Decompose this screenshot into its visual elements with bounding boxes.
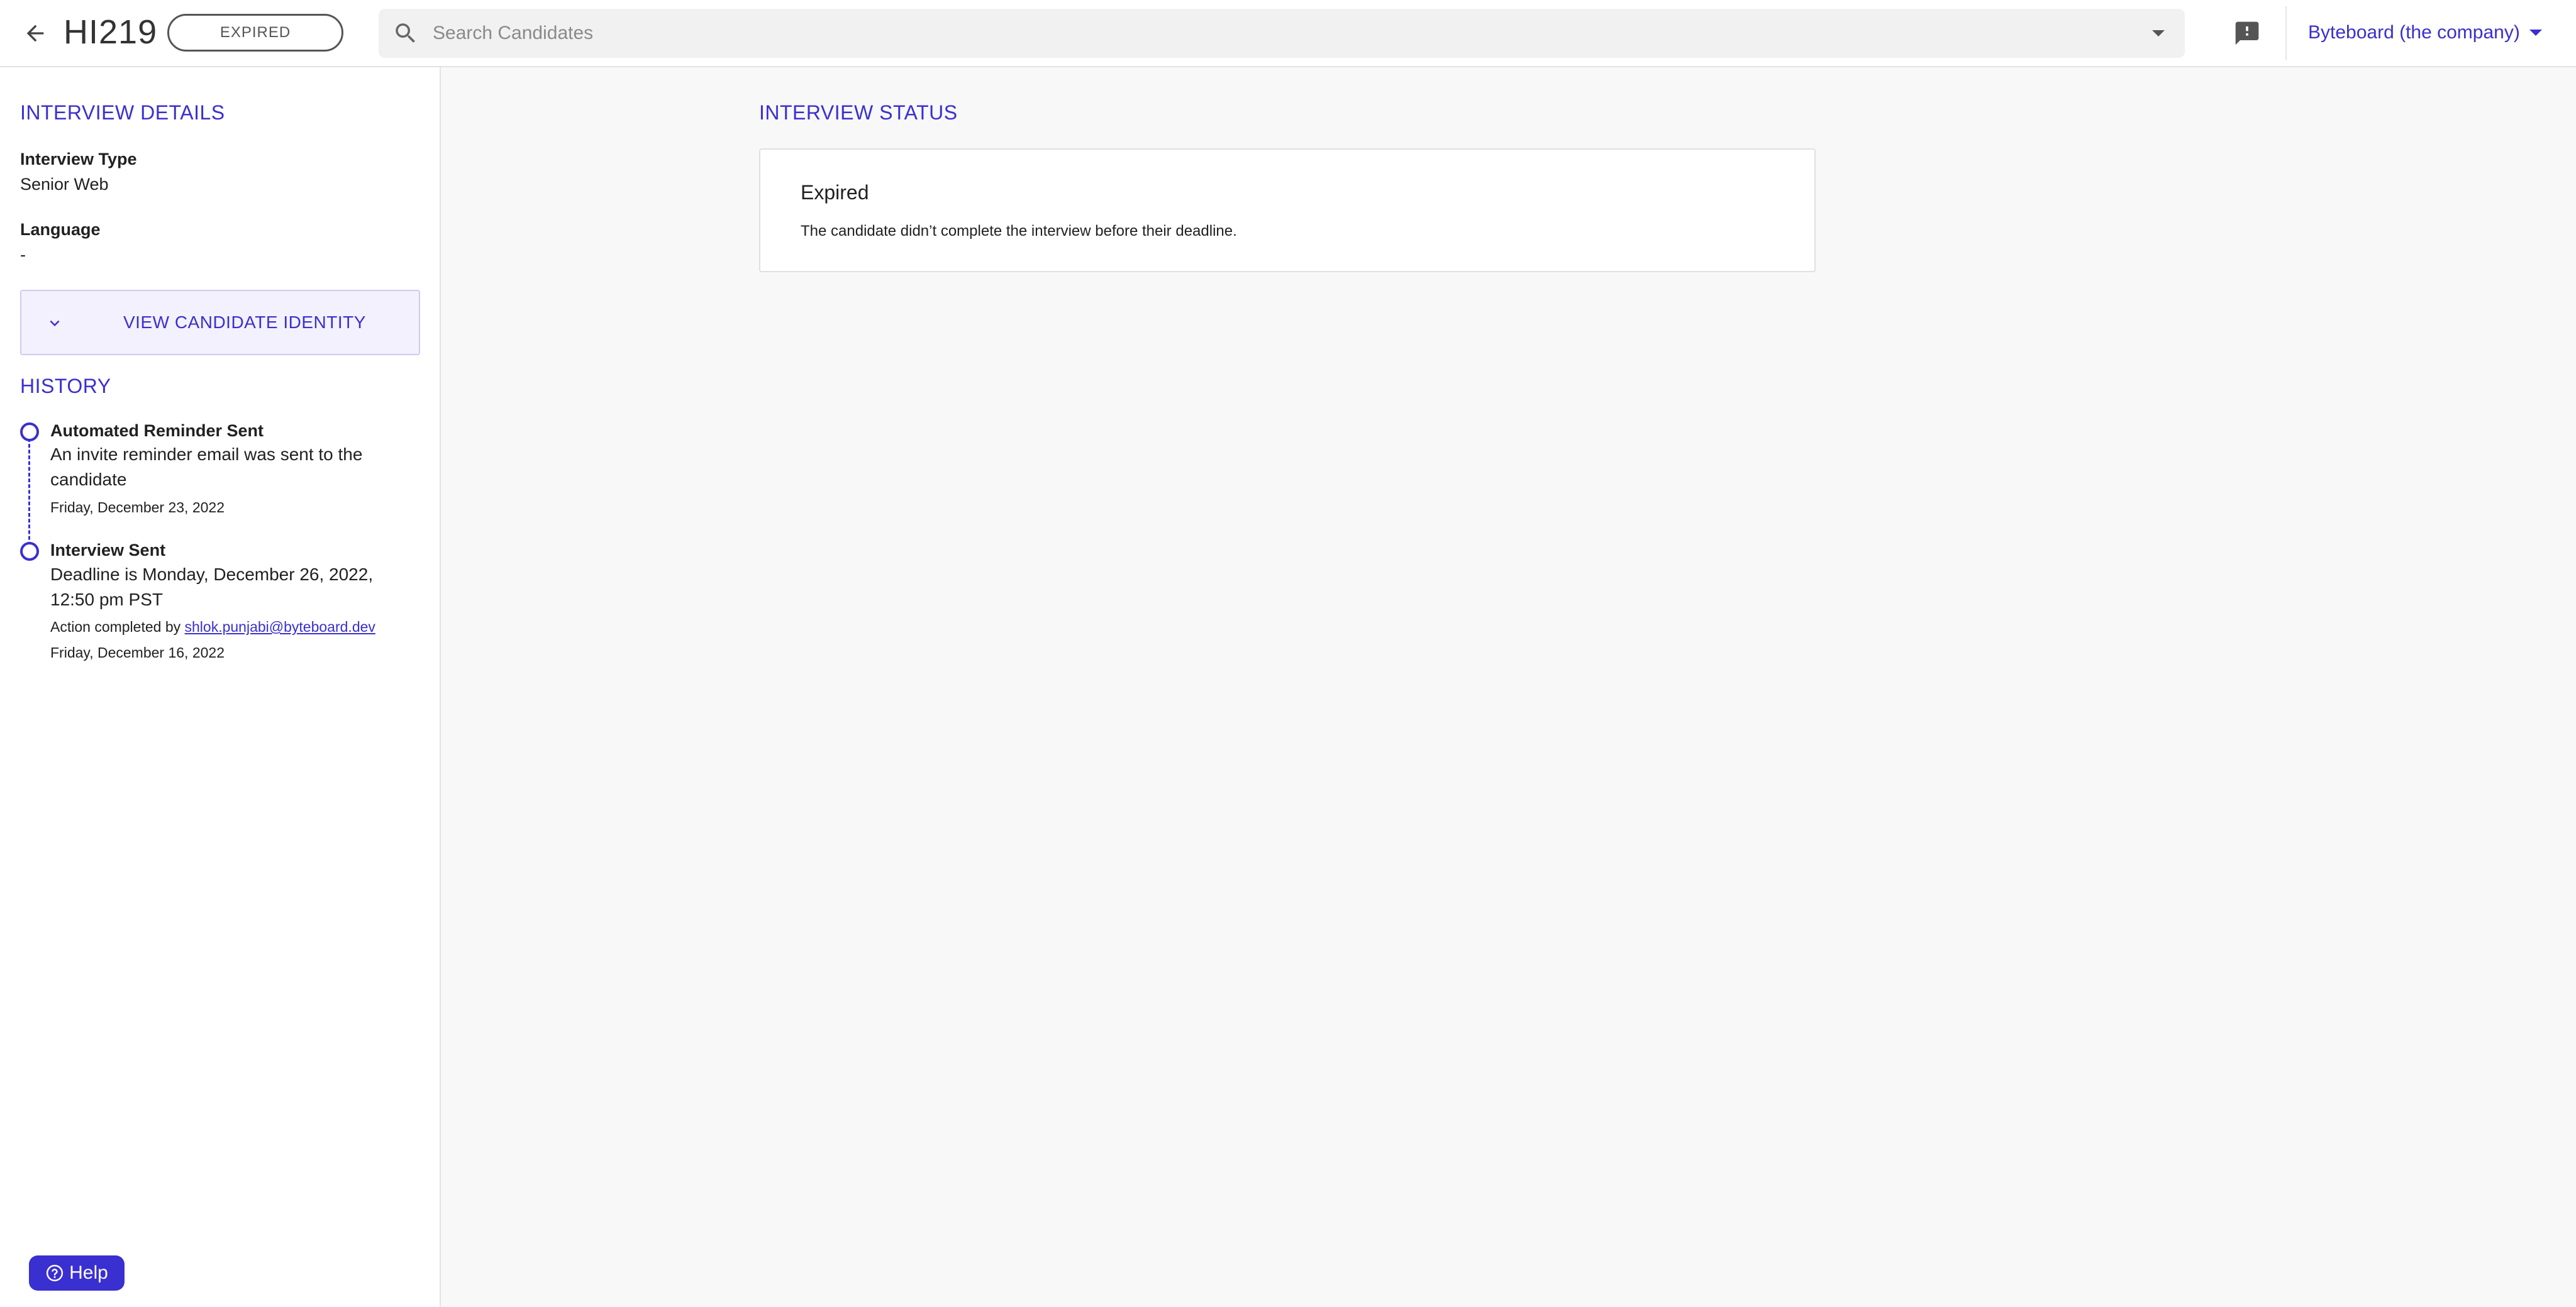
top-header: HI219 EXPIRED Byteboard (the company) — [0, 0, 2576, 67]
sidebar: INTERVIEW DETAILS Interview Type Senior … — [0, 67, 441, 1307]
interview-status-title: INTERVIEW STATUS — [759, 101, 958, 124]
language-label: Language — [20, 220, 101, 239]
history-item-title: Interview Sent — [50, 541, 166, 560]
dropdown-arrow-icon[interactable] — [2151, 29, 2166, 38]
history-action-prefix: Action completed by — [50, 619, 181, 635]
history-item-title: Automated Reminder Sent — [50, 421, 264, 440]
feedback-button[interactable] — [2231, 18, 2263, 49]
history-item-desc: Deadline is Monday, December 26, 2022, 1… — [50, 562, 421, 612]
search-input[interactable] — [433, 9, 2118, 58]
company-selector[interactable]: Byteboard (the company) — [2308, 19, 2543, 47]
language-value: - — [20, 245, 26, 264]
search-bar — [379, 9, 2185, 58]
search-icon — [396, 23, 415, 43]
status-card-description: The candidate didn’t complete the interv… — [801, 223, 1237, 240]
history-action-user-link[interactable]: shlok.punjabi@byteboard.dev — [185, 619, 375, 635]
history-item-date: Friday, December 23, 2022 — [50, 499, 225, 516]
feedback-icon — [2235, 21, 2259, 45]
company-name: Byteboard (the company) — [2308, 22, 2520, 43]
interview-type-value: Senior Web — [20, 175, 109, 194]
help-button[interactable]: Help — [29, 1255, 125, 1291]
interview-type-label: Interview Type — [20, 150, 137, 168]
history-desc-line: candidate — [50, 470, 127, 489]
interview-details-title: INTERVIEW DETAILS — [20, 101, 225, 124]
view-candidate-identity-label: VIEW CANDIDATE IDENTITY — [123, 312, 366, 332]
view-candidate-identity-button[interactable]: VIEW CANDIDATE IDENTITY — [20, 290, 420, 355]
timeline-dot — [20, 422, 39, 441]
header-divider — [2285, 6, 2287, 60]
status-card: Expired The candidate didn’t complete th… — [759, 148, 1816, 272]
help-circle-icon — [47, 1264, 64, 1282]
history-desc-line: 12:50 pm PST — [50, 590, 163, 609]
history-title: HISTORY — [20, 375, 111, 397]
timeline-connector — [28, 438, 30, 551]
status-badge: EXPIRED — [167, 14, 343, 52]
chevron-down-icon — [50, 320, 60, 326]
help-label: Help — [69, 1262, 108, 1283]
status-card-title: Expired — [801, 181, 869, 204]
back-button[interactable] — [18, 18, 53, 49]
history-desc-line: An invite reminder email was sent to the — [50, 444, 363, 464]
dropdown-arrow-icon — [2529, 30, 2542, 36]
history-desc-line: Deadline is Monday, December 26, 2022, — [50, 565, 374, 584]
candidate-name: HI219 — [64, 13, 158, 51]
history-item-desc: An invite reminder email was sent to the… — [50, 442, 421, 492]
timeline-dot — [20, 542, 39, 561]
history-action: Action completed by shlok.punjabi@bytebo… — [50, 619, 375, 636]
arrow-back-icon — [26, 25, 44, 42]
history-item-date: Friday, December 16, 2022 — [50, 644, 225, 661]
